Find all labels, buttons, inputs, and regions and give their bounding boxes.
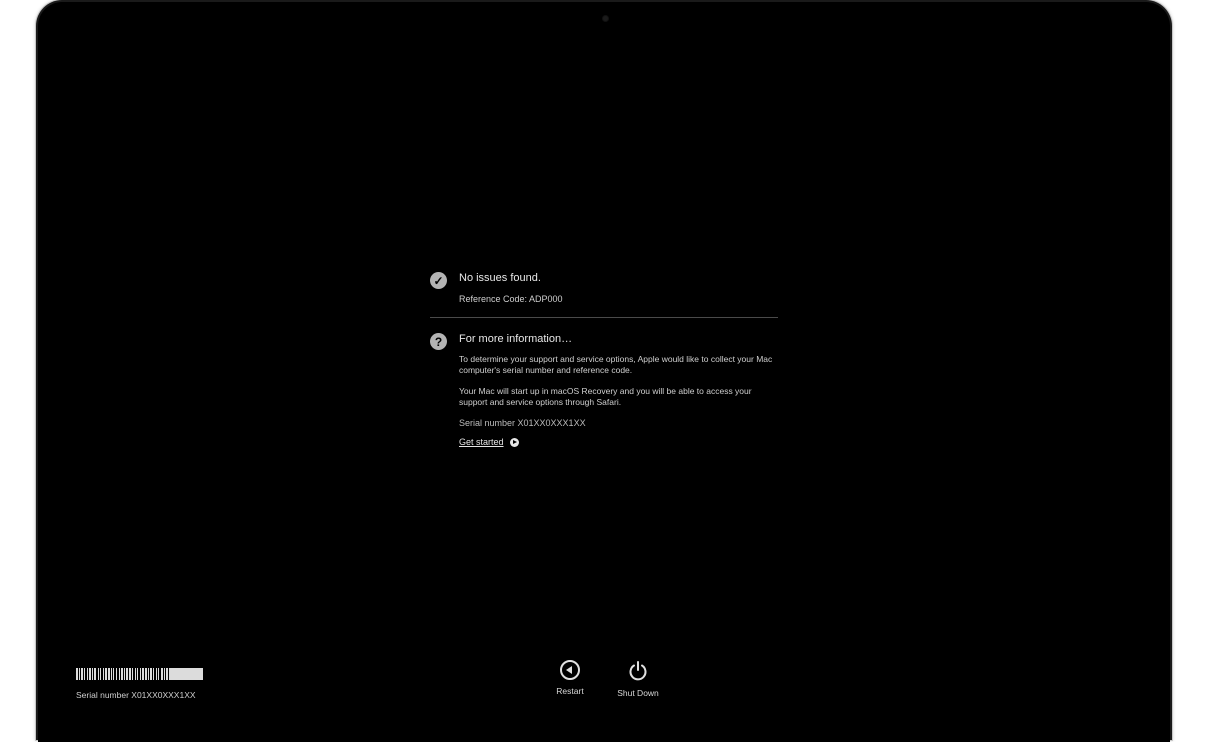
info-paragraph-2: Your Mac will start up in macOS Recovery… bbox=[459, 386, 752, 407]
status-row: ✓ No issues found. Reference Code: ADP00… bbox=[430, 270, 778, 304]
laptop-frame: ✓ No issues found. Reference Code: ADP00… bbox=[36, 0, 1172, 742]
power-icon bbox=[627, 660, 649, 682]
footer-serial-number: Serial number X01XX0XXX1XX bbox=[76, 690, 196, 700]
info-row: ? For more information… To determine you… bbox=[430, 331, 778, 447]
status-text: No issues found. Reference Code: ADP000 bbox=[459, 270, 563, 304]
status-title: No issues found. bbox=[459, 272, 541, 284]
info-paragraph-1: To determine your support and service op… bbox=[459, 354, 773, 375]
question-circle-icon: ? bbox=[430, 333, 447, 350]
screen: ✓ No issues found. Reference Code: ADP00… bbox=[38, 2, 1170, 742]
get-started-row: Get started bbox=[459, 437, 779, 447]
restart-button[interactable]: Restart bbox=[548, 660, 592, 696]
reference-code: Reference Code: ADP000 bbox=[459, 294, 563, 304]
info-text: For more information… To determine your … bbox=[459, 331, 779, 447]
camera-icon bbox=[603, 16, 608, 21]
restart-icon bbox=[560, 660, 580, 680]
diagnostics-panel: ✓ No issues found. Reference Code: ADP00… bbox=[430, 270, 778, 447]
barcode-icon bbox=[76, 668, 203, 680]
shut-down-button[interactable]: Shut Down bbox=[613, 660, 663, 698]
arrow-right-circle-icon[interactable] bbox=[509, 437, 519, 447]
checkmark-circle-icon: ✓ bbox=[430, 272, 447, 289]
restart-label: Restart bbox=[556, 686, 584, 696]
get-started-link[interactable]: Get started bbox=[459, 437, 504, 447]
shut-down-label: Shut Down bbox=[617, 688, 659, 698]
info-serial-number: Serial number X01XX0XXX1XX bbox=[459, 418, 586, 428]
divider bbox=[430, 317, 778, 318]
info-title: For more information… bbox=[459, 333, 573, 345]
